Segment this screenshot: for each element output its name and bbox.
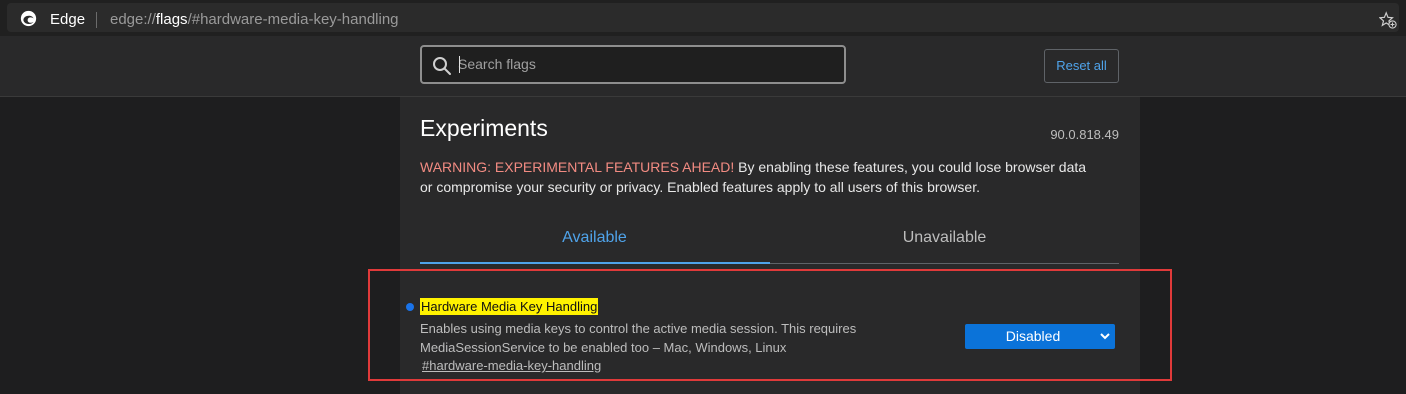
- version-label: 90.0.818.49: [1050, 127, 1119, 142]
- active-tab-indicator: [420, 262, 770, 264]
- url-host: flags: [155, 11, 188, 28]
- browser-brand-label: Edge: [50, 11, 86, 28]
- warning-strong: WARNING: EXPERIMENTAL FEATURES AHEAD!: [420, 159, 735, 175]
- page-title: Experiments: [420, 115, 548, 141]
- tab-unavailable[interactable]: Unavailable: [770, 229, 1119, 247]
- warning-message: WARNING: EXPERIMENTAL FEATURES AHEAD! By…: [420, 157, 1100, 197]
- star-add-icon[interactable]: [1379, 11, 1397, 29]
- text-caret: [459, 56, 460, 73]
- search-input[interactable]: [458, 53, 828, 75]
- url-scheme: edge://: [110, 11, 156, 28]
- reset-all-button[interactable]: Reset all: [1044, 49, 1119, 83]
- tab-bar: Available Unavailable: [420, 219, 1119, 264]
- flags-header: Reset all: [0, 36, 1406, 97]
- address-separator: [96, 12, 97, 28]
- url-text[interactable]: edge://flags/#hardware-media-key-handlin…: [110, 11, 399, 28]
- address-bar[interactable]: Edge edge://flags/#hardware-media-key-ha…: [7, 3, 1399, 32]
- browser-toolbar: Edge edge://flags/#hardware-media-key-ha…: [0, 0, 1406, 36]
- annotation-highlight-box: [368, 269, 1172, 381]
- search-icon: [433, 57, 451, 75]
- search-box[interactable]: [420, 45, 846, 84]
- tab-available[interactable]: Available: [420, 229, 769, 247]
- edge-logo-icon: [20, 10, 37, 27]
- url-path: /#hardware-media-key-handling: [187, 11, 399, 28]
